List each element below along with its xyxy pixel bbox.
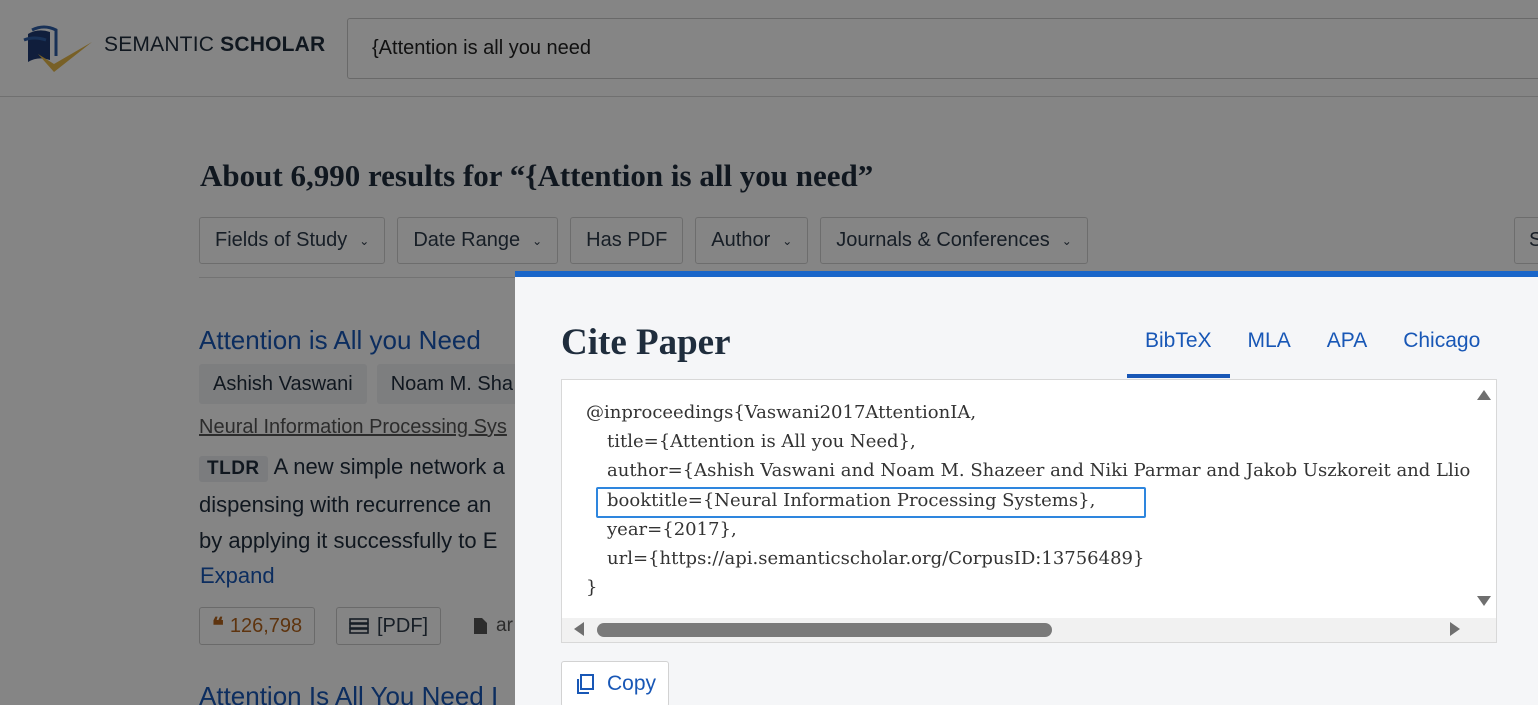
scroll-left-arrow-icon[interactable] bbox=[574, 622, 584, 636]
tab-chicago[interactable]: Chicago bbox=[1385, 319, 1498, 378]
modal-title: Cite Paper bbox=[561, 322, 731, 363]
booktitle-highlight-box bbox=[596, 487, 1146, 518]
scroll-up-arrow-icon[interactable] bbox=[1477, 390, 1491, 400]
copy-button[interactable]: Copy bbox=[561, 661, 669, 705]
copy-icon bbox=[577, 674, 594, 694]
tab-mla[interactable]: MLA bbox=[1230, 319, 1309, 378]
horizontal-scroll-thumb[interactable] bbox=[597, 623, 1052, 637]
horizontal-scrollbar[interactable] bbox=[562, 618, 1496, 642]
bibtex-line: title={Attention is All you Need}, bbox=[607, 431, 916, 453]
citation-text-box[interactable]: @inproceedings{Vaswani2017AttentionIA, ti… bbox=[561, 379, 1497, 643]
bibtex-line: author={Ashish Vaswani and Noam M. Shaze… bbox=[607, 460, 1496, 482]
scroll-right-arrow-icon[interactable] bbox=[1450, 622, 1460, 636]
tab-apa[interactable]: APA bbox=[1309, 319, 1385, 378]
bibtex-line: url={https://api.semanticscholar.org/Cor… bbox=[607, 548, 1145, 570]
cite-paper-modal: Cite Paper BibTeX MLA APA Chicago @inpro… bbox=[515, 271, 1538, 705]
scroll-down-arrow-icon[interactable] bbox=[1477, 596, 1491, 606]
tab-bibtex[interactable]: BibTeX bbox=[1127, 319, 1230, 378]
bibtex-line: @inproceedings{Vaswani2017AttentionIA, bbox=[586, 402, 977, 423]
bibtex-line: } bbox=[586, 577, 598, 599]
vertical-scrollbar[interactable] bbox=[1470, 380, 1496, 618]
citation-format-tabs: BibTeX MLA APA Chicago bbox=[1127, 319, 1498, 378]
bibtex-line: year={2017}, bbox=[607, 518, 737, 540]
